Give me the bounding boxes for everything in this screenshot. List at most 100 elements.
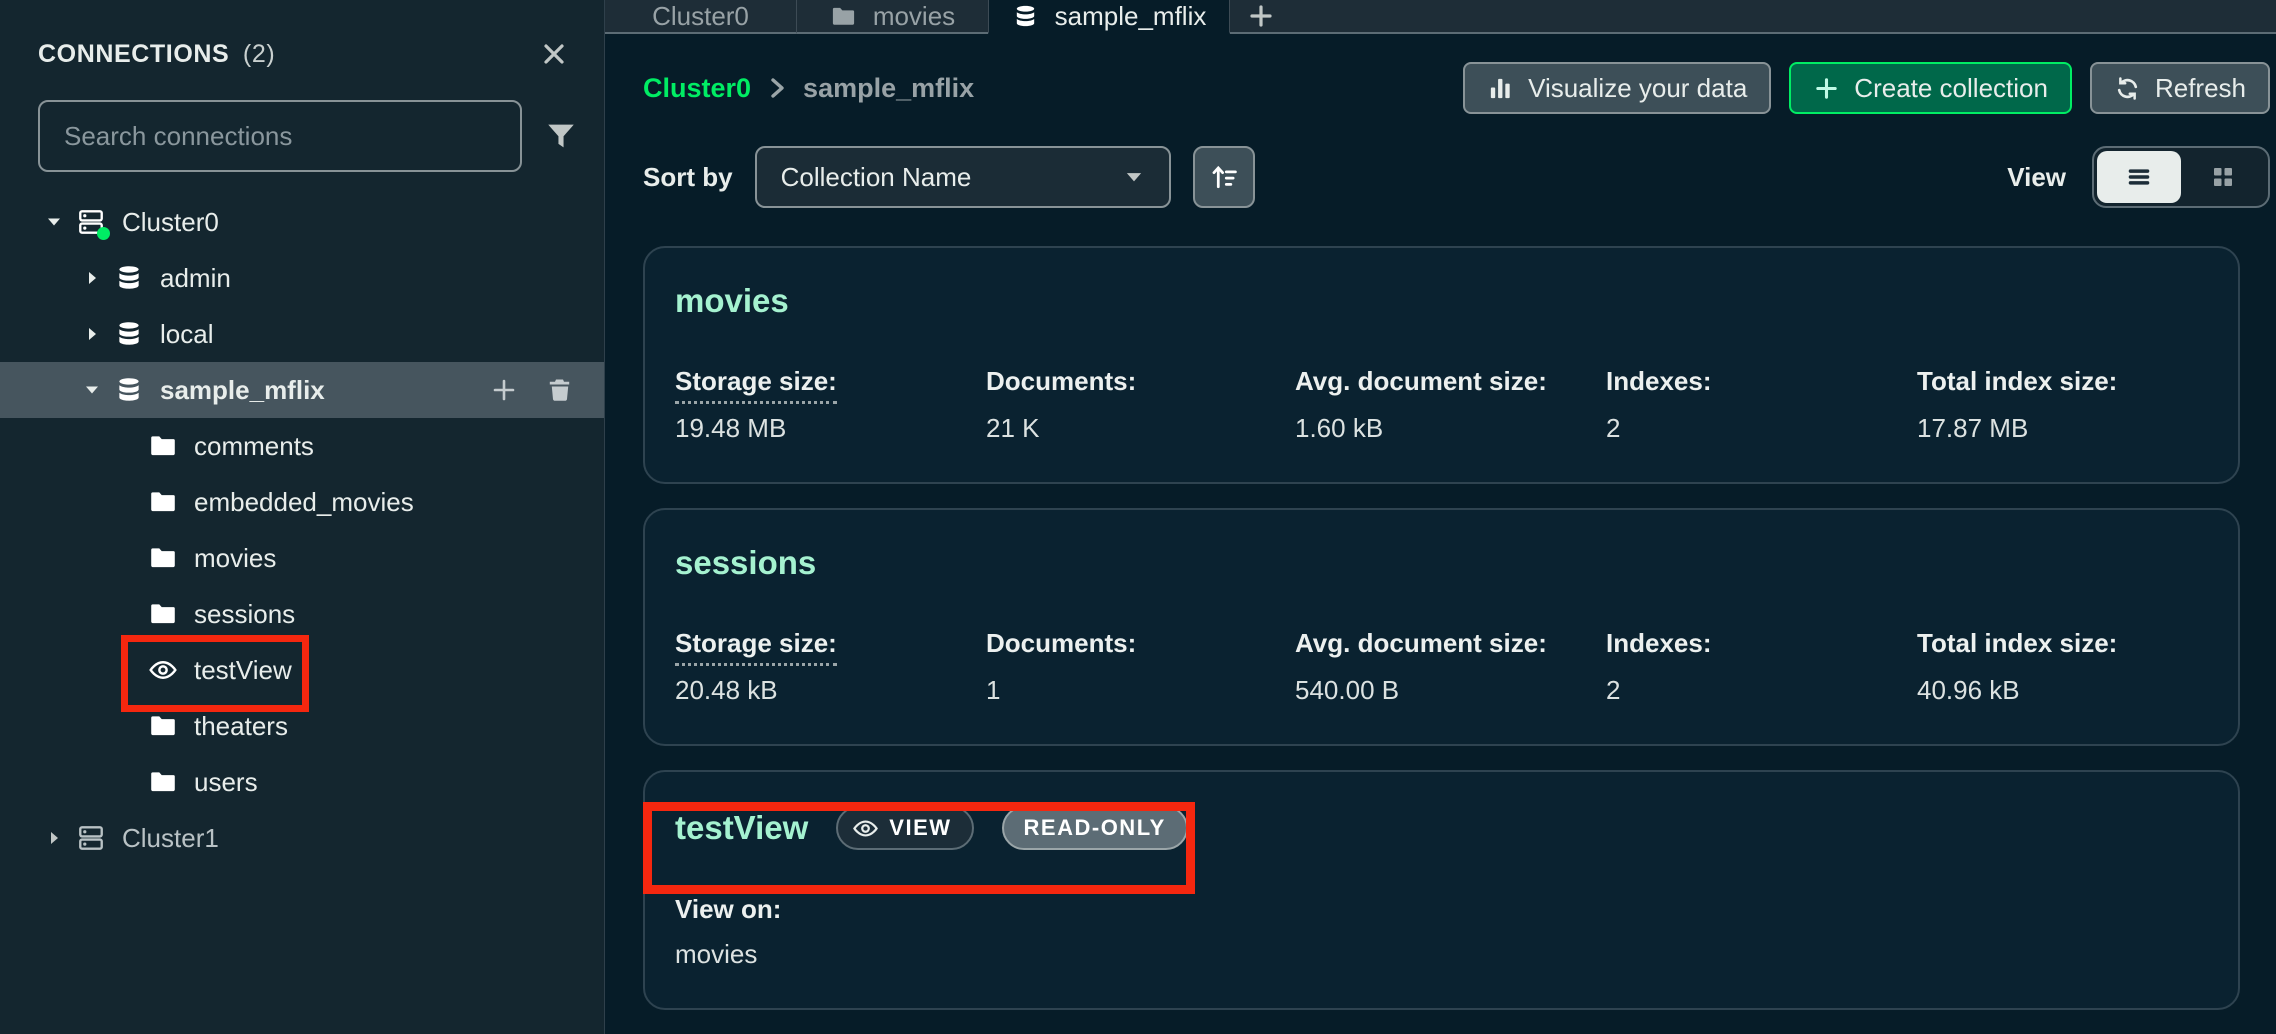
tree-item-sessions[interactable]: sessions (0, 586, 604, 642)
stat-value: 1.60 kB (1295, 413, 1606, 444)
tab-label: Cluster0 (652, 1, 749, 32)
visualize-data-button[interactable]: Visualize your data (1463, 62, 1771, 114)
collection-card-movies[interactable]: movies Storage size: 19.48 MB Documents:… (643, 246, 2240, 484)
trash-icon[interactable] (546, 376, 574, 404)
folder-icon (148, 711, 178, 741)
collection-card-testview[interactable]: testView VIEW READ-ONLY View on: mov (643, 770, 2240, 1010)
tree-item-label: admin (160, 263, 231, 294)
bar-chart-icon (1487, 75, 1514, 102)
stat-value: 17.87 MB (1917, 413, 2208, 444)
collection-card-sessions[interactable]: sessions Storage size: 20.48 kB Document… (643, 508, 2240, 746)
refresh-icon (2114, 75, 2141, 102)
eye-icon (852, 815, 879, 842)
sort-view-row: Sort by Collection Name View (605, 146, 2276, 208)
stat-value: 19.48 MB (675, 413, 986, 444)
close-icon[interactable] (538, 38, 570, 70)
refresh-button[interactable]: Refresh (2090, 62, 2270, 114)
stat-value: 21 K (986, 413, 1295, 444)
sort-field-dropdown[interactable]: Collection Name (755, 146, 1171, 208)
tabbar-filler (1230, 0, 2276, 34)
tab-sample-mflix[interactable]: sample_mflix (988, 0, 1230, 34)
readonly-badge: READ-ONLY (1002, 806, 1188, 850)
stat-value: 1 (986, 675, 1295, 706)
stat-storage-size: Storage size: 19.48 MB (675, 366, 986, 444)
add-collection-icon[interactable] (490, 376, 518, 404)
collection-title[interactable]: sessions (675, 544, 2208, 582)
stat-avg-doc-size: Avg. document size: 540.00 B (1295, 628, 1606, 706)
tree-item-sample-mflix[interactable]: sample_mflix (0, 362, 604, 418)
view-label: View (2007, 162, 2066, 193)
search-input[interactable] (38, 100, 522, 172)
stat-documents: Documents: 1 (986, 628, 1295, 706)
tree-item-cluster0[interactable]: Cluster0 (0, 194, 604, 250)
tree-item-testview[interactable]: testView (0, 642, 604, 698)
stat-value: 20.48 kB (675, 675, 986, 706)
caret-right-icon[interactable] (82, 268, 102, 288)
collection-title[interactable]: testView (675, 809, 808, 847)
view-on-value: movies (675, 939, 2208, 970)
stat-label: Total index size: (1917, 366, 2208, 397)
view-on-label: View on: (675, 894, 2208, 925)
create-collection-button[interactable]: Create collection (1789, 62, 2072, 114)
tree-item-local[interactable]: local (0, 306, 604, 362)
list-view-button[interactable] (2097, 151, 2181, 203)
plus-icon (1247, 2, 1275, 30)
stat-total-index-size: Total index size: 17.87 MB (1917, 366, 2208, 444)
stat-total-index-size: Total index size: 40.96 kB (1917, 628, 2208, 706)
folder-icon (830, 3, 857, 30)
tree-item-label: local (160, 319, 213, 350)
tree-item-comments[interactable]: comments (0, 418, 604, 474)
main-area: Cluster0 movies sample_mflix (605, 0, 2276, 1034)
tree-item-label: Cluster0 (122, 207, 219, 238)
view-controls: View (2007, 146, 2270, 208)
connections-sidebar: CONNECTIONS (2) Cluster (0, 0, 605, 1034)
tree-item-cluster1[interactable]: Cluster1 (0, 810, 604, 866)
sort-by-label: Sort by (643, 162, 733, 193)
sidebar-header: CONNECTIONS (2) (0, 0, 604, 70)
folder-icon (148, 767, 178, 797)
stat-indexes: Indexes: 2 (1606, 628, 1917, 706)
new-tab-button[interactable] (1230, 0, 1292, 32)
tree-item-admin[interactable]: admin (0, 250, 604, 306)
database-icon (1012, 3, 1039, 30)
tree-item-movies[interactable]: movies (0, 530, 604, 586)
tree-item-label: theaters (194, 711, 288, 742)
sort-field-value: Collection Name (781, 162, 972, 193)
button-label: Refresh (2155, 73, 2246, 104)
collection-title[interactable]: movies (675, 282, 2208, 320)
tree-item-label: movies (194, 543, 276, 574)
tree-item-theaters[interactable]: theaters (0, 698, 604, 754)
filter-icon[interactable] (544, 119, 578, 153)
tab-movies[interactable]: movies (797, 0, 988, 34)
caret-down-icon[interactable] (82, 380, 102, 400)
tree-item-label: users (194, 767, 258, 798)
folder-icon (148, 487, 178, 517)
list-icon (2124, 162, 2154, 192)
stat-avg-doc-size: Avg. document size: 1.60 kB (1295, 366, 1606, 444)
tree-item-label: sessions (194, 599, 295, 630)
tab-cluster0[interactable]: Cluster0 (605, 0, 797, 34)
stat-value: 2 (1606, 675, 1917, 706)
stat-label: Storage size: (675, 628, 837, 666)
caret-down-icon[interactable] (44, 212, 64, 232)
tree-item-label: Cluster1 (122, 823, 219, 854)
tree-item-users[interactable]: users (0, 754, 604, 810)
sort-controls: Sort by Collection Name (643, 146, 1255, 208)
badge-label: READ-ONLY (1024, 815, 1166, 841)
caret-right-icon[interactable] (82, 324, 102, 344)
tree-item-label: comments (194, 431, 314, 462)
folder-icon (148, 431, 178, 461)
tree-item-label: testView (194, 655, 292, 686)
connections-count: (2) (243, 40, 275, 68)
stat-value: 540.00 B (1295, 675, 1606, 706)
workspace-tabbar: Cluster0 movies sample_mflix (605, 0, 2276, 34)
stat-documents: Documents: 21 K (986, 366, 1295, 444)
caret-right-icon[interactable] (44, 828, 64, 848)
sort-direction-button[interactable] (1193, 146, 1255, 208)
grid-view-button[interactable] (2181, 151, 2265, 203)
tree-item-embedded-movies[interactable]: embedded_movies (0, 474, 604, 530)
stat-indexes: Indexes: 2 (1606, 366, 1917, 444)
sidebar-title: CONNECTIONS (2) (38, 40, 275, 69)
stat-storage-size: Storage size: 20.48 kB (675, 628, 986, 706)
breadcrumb-cluster0[interactable]: Cluster0 (643, 73, 751, 104)
